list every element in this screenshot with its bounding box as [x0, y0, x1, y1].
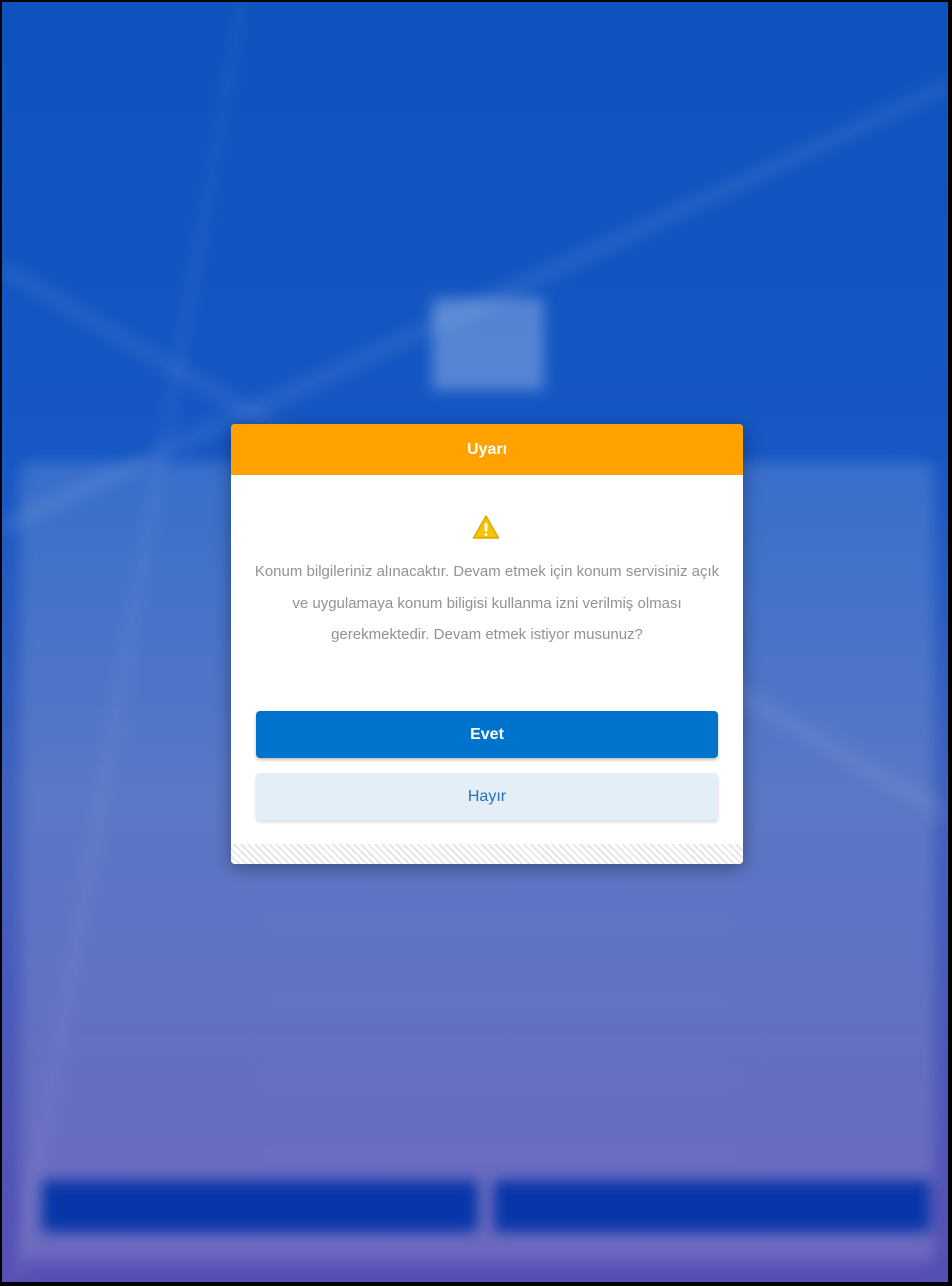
- background-field-1: [264, 882, 734, 923]
- no-button[interactable]: Hayır: [256, 773, 718, 820]
- dialog-header: Uyarı: [231, 424, 743, 475]
- alert-dialog: Uyarı Konum bilgileriniz alınacaktır. De…: [231, 424, 743, 864]
- background-button-right: [494, 1180, 930, 1232]
- dialog-message: Konum bilgileriniz alınacaktır. Devam et…: [254, 563, 720, 643]
- app-logo: [432, 298, 544, 390]
- background-field-4: [264, 1112, 734, 1153]
- dialog-title: Uyarı: [466, 440, 508, 458]
- dialog-footer-stripes: [231, 844, 743, 864]
- background-button-left: [42, 1180, 478, 1232]
- app-frame: Uyarı Konum bilgileriniz alınacaktır. De…: [2, 2, 948, 1282]
- yes-button[interactable]: Evet: [256, 711, 718, 758]
- warning-triangle-icon: [472, 515, 500, 539]
- background-field-2: [264, 960, 734, 1001]
- background-field-3: [264, 1036, 734, 1077]
